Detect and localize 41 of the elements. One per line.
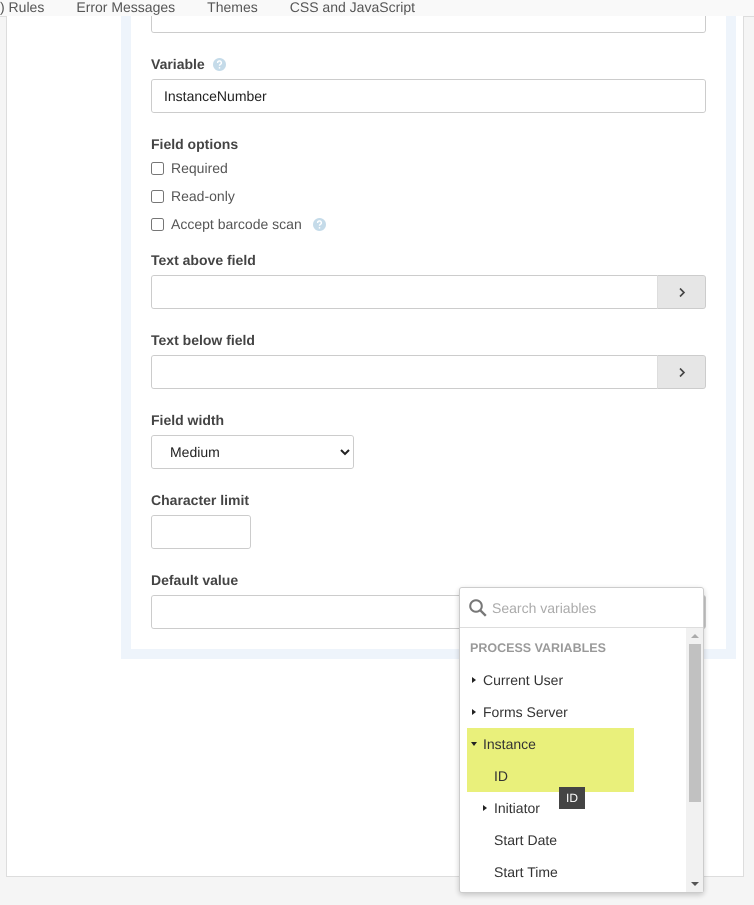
- chevron-right-icon: [678, 286, 686, 298]
- scroll-down-icon[interactable]: [690, 880, 698, 888]
- checkbox-label[interactable]: Accept barcode scan: [171, 216, 302, 232]
- help-icon[interactable]: [212, 58, 226, 70]
- scrollbar[interactable]: [686, 628, 703, 892]
- variable-item[interactable]: ID: [467, 760, 634, 792]
- variable-field[interactable]: InstanceNumber: [151, 79, 706, 113]
- checkbox[interactable]: [151, 190, 164, 202]
- field-width-select[interactable]: Medium: [151, 435, 354, 469]
- field-label: Field options: [151, 136, 238, 152]
- field-label: Variable: [151, 56, 205, 72]
- variable-item[interactable]: Forms Server: [467, 696, 634, 728]
- checkbox-label[interactable]: Required: [171, 160, 228, 176]
- section-heading: PROCESS VARIABLES: [469, 640, 607, 657]
- field-label: Text above field: [151, 252, 256, 268]
- tab[interactable]: CSS and JavaScript: [290, 0, 416, 16]
- field-label: Default value: [151, 572, 238, 588]
- field-label: Character limit: [151, 492, 250, 508]
- tooltip: ID: [559, 787, 585, 809]
- character-limit-field[interactable]: [151, 515, 251, 549]
- variable-item[interactable]: Start Time: [467, 856, 634, 888]
- help-icon[interactable]: [312, 218, 326, 230]
- tab[interactable]: Themes: [207, 0, 258, 16]
- checkbox[interactable]: [151, 162, 164, 174]
- variable-item[interactable]: Current User: [467, 664, 634, 696]
- text-above-field[interactable]: [151, 275, 657, 309]
- chevron-right-icon: [678, 366, 686, 378]
- field-label: Field width: [151, 412, 224, 428]
- variable-item[interactable]: Instance: [467, 728, 634, 760]
- input-field[interactable]: [151, 16, 706, 33]
- variable-item[interactable]: Start Date: [467, 824, 634, 856]
- checkbox[interactable]: [151, 218, 164, 230]
- checkbox-label[interactable]: Read-only: [171, 188, 235, 204]
- insert-variable-button[interactable]: [657, 355, 706, 389]
- field-label: Text below field: [151, 332, 255, 348]
- text-below-field[interactable]: [151, 355, 657, 389]
- search-icon: [468, 598, 488, 618]
- tab[interactable]: ) Rules: [0, 0, 44, 16]
- insert-variable-button[interactable]: [657, 275, 706, 309]
- tab[interactable]: Error Messages: [76, 0, 176, 16]
- scroll-up-icon[interactable]: [690, 632, 698, 640]
